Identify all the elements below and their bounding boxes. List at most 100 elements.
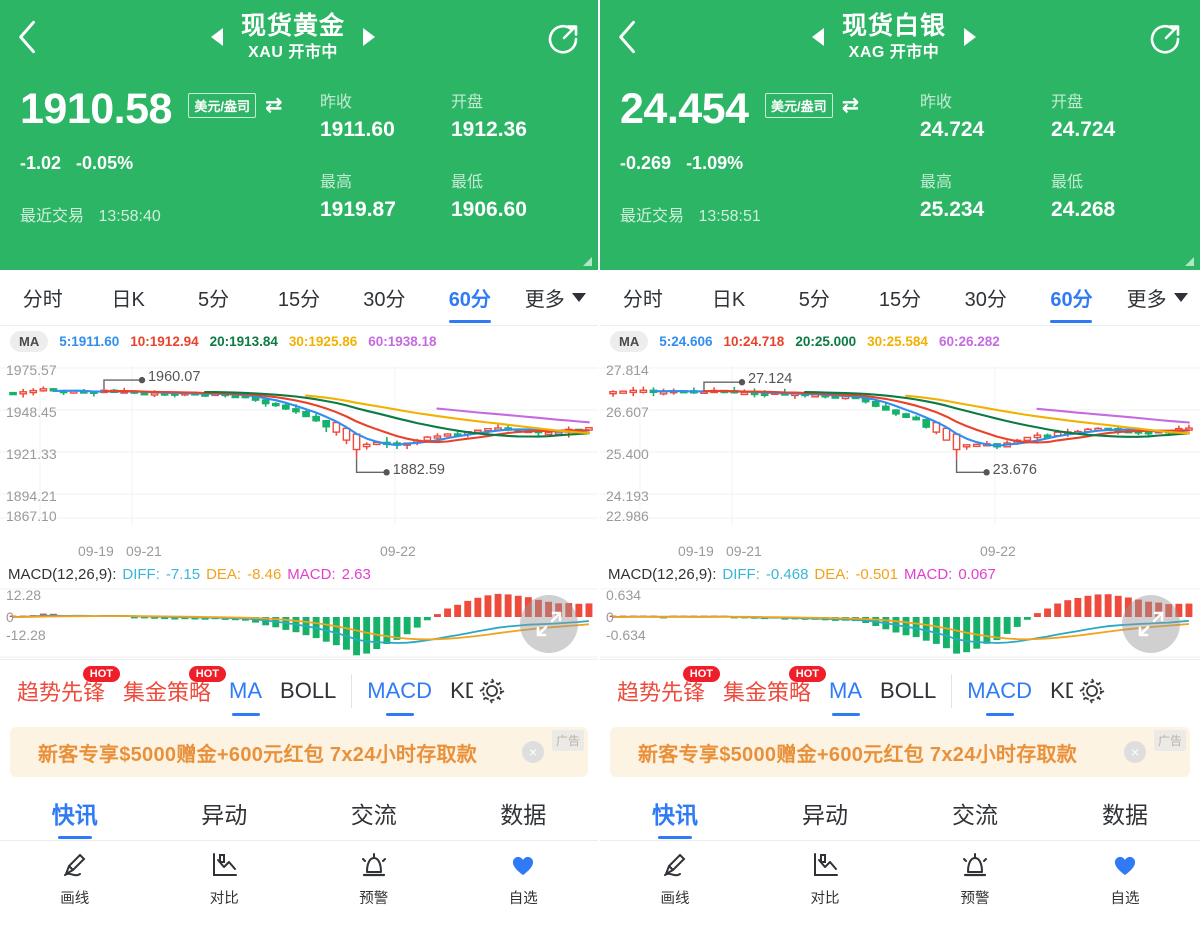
- period-tab-1[interactable]: 日K: [686, 270, 772, 326]
- stat-label: 最低: [1051, 174, 1084, 191]
- gear-icon[interactable]: [477, 676, 507, 706]
- y-axis-tick: 24.193: [606, 488, 649, 504]
- swap-unit-icon[interactable]: ⇄: [842, 95, 860, 116]
- period-tab-label: 日K: [111, 289, 145, 311]
- content-tab-0[interactable]: 快讯: [600, 785, 750, 841]
- expand-corner-icon[interactable]: [583, 257, 592, 266]
- pen-draw-icon: [660, 850, 690, 880]
- macd-chart-area[interactable]: 12.28 0 -12.28: [0, 587, 598, 659]
- nav-item-label: 画线: [60, 891, 90, 907]
- macd-axis-bottom: -0.634: [606, 627, 646, 643]
- indicator-MACD[interactable]: MACD: [958, 660, 1041, 722]
- expand-chart-button[interactable]: [1122, 595, 1180, 653]
- expand-chart-button[interactable]: [520, 595, 578, 653]
- ad-label-badge: 广告: [1153, 730, 1186, 751]
- macd-dea-label: DEA:: [814, 565, 850, 583]
- indicator-MA[interactable]: MA: [820, 660, 871, 722]
- ad-banner[interactable]: 新客专享$5000赠金+600元红包 7x24小时存取款 × 广告: [610, 727, 1190, 777]
- period-tab-6[interactable]: 更多: [513, 270, 598, 326]
- gear-icon[interactable]: [1077, 676, 1107, 706]
- period-tab-2[interactable]: 5分: [771, 270, 857, 326]
- indicator-集金策略[interactable]: 集金策略 HOT: [714, 660, 827, 722]
- y-axis-tick: 26.607: [606, 404, 649, 420]
- indicator-趋势先锋[interactable]: 趋势先锋 HOT: [608, 660, 721, 722]
- high-price-marker: [103, 376, 146, 390]
- ma-chip[interactable]: MA: [10, 330, 49, 352]
- price-unit-badge[interactable]: 美元/盎司: [764, 93, 833, 118]
- prev-symbol-button[interactable]: [811, 27, 824, 46]
- period-tab-label: 15分: [878, 289, 922, 311]
- ma-chip[interactable]: MA: [610, 330, 649, 352]
- back-button[interactable]: [0, 0, 56, 74]
- price-unit-badge[interactable]: 美元/盎司: [188, 93, 257, 118]
- stat-label: 开盘: [1051, 94, 1084, 111]
- period-tab-3[interactable]: 15分: [256, 270, 341, 326]
- content-tab-label: 异动: [802, 801, 848, 828]
- period-tab-3[interactable]: 15分: [857, 270, 943, 326]
- content-tab-1[interactable]: 异动: [150, 785, 300, 841]
- macd-chart-area[interactable]: 0.634 0 -0.634: [600, 587, 1200, 659]
- candlestick-chart[interactable]: [600, 356, 1200, 561]
- last-price: 1910.58: [20, 85, 172, 133]
- period-tab-5[interactable]: 60分: [427, 270, 512, 326]
- indicator-趋势先锋[interactable]: 趋势先锋 HOT: [8, 660, 121, 722]
- stat-value: 1919.87: [320, 198, 396, 221]
- swap-unit-icon[interactable]: ⇄: [265, 95, 283, 116]
- close-icon[interactable]: ×: [522, 741, 544, 763]
- stat-value: 25.234: [920, 198, 985, 221]
- indicator-BOLL[interactable]: BOLL: [871, 660, 945, 722]
- share-circle-icon[interactable]: [1132, 0, 1200, 74]
- period-tab-4[interactable]: 30分: [342, 270, 427, 326]
- content-tab-2[interactable]: 交流: [900, 785, 1050, 841]
- period-tab-4[interactable]: 30分: [943, 270, 1029, 326]
- indicator-BOLL[interactable]: BOLL: [271, 660, 345, 722]
- period-tab-0[interactable]: 分时: [600, 270, 686, 326]
- period-tab-5[interactable]: 60分: [1029, 270, 1115, 326]
- indicator-KD[interactable]: KD: [1041, 660, 1073, 722]
- low-price-marker: [955, 458, 990, 476]
- period-tab-label: 30分: [363, 289, 406, 311]
- indicator-label: MA: [829, 677, 863, 703]
- period-tab-0[interactable]: 分时: [0, 270, 85, 326]
- y-axis-tick: 1948.45: [6, 404, 57, 420]
- close-icon[interactable]: ×: [1124, 741, 1146, 763]
- next-symbol-button[interactable]: [363, 27, 375, 46]
- prev-symbol-button[interactable]: [210, 27, 223, 46]
- indicator-bar: 趋势先锋HOT集金策略HOTMA BOLL MACD KD: [600, 659, 1200, 721]
- price-chart-area[interactable]: 1975.57 1948.45 1921.33 1894.21 1867.10 09-19…: [0, 356, 598, 561]
- price-chart-area[interactable]: 27.814 26.607 25.400 24.193 22.986 09-19 09-21…: [600, 356, 1200, 561]
- content-tab-1[interactable]: 异动: [750, 785, 900, 841]
- period-tab-6[interactable]: 更多: [1114, 270, 1200, 326]
- macd-axis-top: 12.28: [6, 587, 42, 603]
- macd-chart[interactable]: [600, 587, 1200, 659]
- macd-chart[interactable]: [0, 587, 600, 659]
- nav-item-3[interactable]: 自选: [449, 850, 599, 908]
- nav-item-1[interactable]: 对比: [150, 850, 300, 908]
- ad-banner[interactable]: 新客专享$5000赠金+600元红包 7x24小时存取款 × 广告: [10, 727, 588, 777]
- indicator-MACD[interactable]: MACD: [358, 660, 441, 722]
- content-tab-2[interactable]: 交流: [299, 785, 449, 841]
- nav-item-0[interactable]: 画线: [0, 850, 150, 908]
- nav-item-2[interactable]: 预警: [900, 850, 1050, 908]
- back-button[interactable]: [600, 0, 656, 74]
- next-symbol-button[interactable]: [964, 27, 976, 46]
- nav-item-2[interactable]: 预警: [299, 850, 449, 908]
- content-tab-3[interactable]: 数据: [449, 785, 599, 841]
- nav-item-3[interactable]: 自选: [1050, 850, 1200, 908]
- content-tab-0[interactable]: 快讯: [0, 785, 150, 841]
- indicator-MA[interactable]: MA: [220, 660, 271, 722]
- indicator-KD[interactable]: KD: [441, 660, 473, 722]
- period-tab-label: 分时: [22, 289, 63, 311]
- candlestick-chart[interactable]: [0, 356, 600, 561]
- content-tab-3[interactable]: 数据: [1050, 785, 1200, 841]
- symbol-name: 现货白银: [841, 11, 946, 40]
- nav-item-1[interactable]: 对比: [750, 850, 900, 908]
- stat-label: 最高: [920, 174, 953, 191]
- nav-item-0[interactable]: 画线: [600, 850, 750, 908]
- period-tab-1[interactable]: 日K: [85, 270, 170, 326]
- period-tab-2[interactable]: 5分: [171, 270, 256, 326]
- ma-legend-item: 10:24.718: [723, 333, 785, 349]
- share-circle-icon[interactable]: [530, 0, 598, 74]
- indicator-集金策略[interactable]: 集金策略 HOT: [114, 660, 227, 722]
- expand-corner-icon[interactable]: [1185, 257, 1194, 266]
